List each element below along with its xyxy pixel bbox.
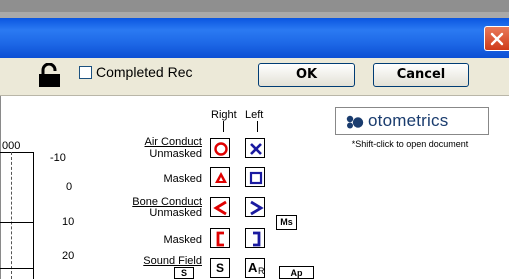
right-bracket-icon [253,231,261,247]
bone-unmasked-right-symbol[interactable] [210,197,230,217]
otometrics-logo-text: otometrics [368,111,449,130]
axis-gridline-20 [0,268,33,269]
sound-field-label: Sound Field [143,255,202,267]
y-tick-label: 20 [62,250,75,262]
left-column-tick [257,121,258,132]
axis-top-partial-label: 000 [2,140,21,152]
axis-gridline-top [0,152,33,153]
air-unmasked-label: Unmasked [149,148,202,160]
bone-masked-left-symbol[interactable] [245,228,265,248]
completed-rec-checkbox[interactable] [79,66,92,79]
bone-unmasked-label: Unmasked [149,207,202,219]
sound-field-r-text: R [258,266,265,276]
left-bracket-icon [216,231,224,247]
sound-field-aided-symbol[interactable]: A R [245,258,265,278]
greater-than-icon [250,200,264,216]
y-tick-label: 0 [66,181,73,193]
bone-masked-right-symbol[interactable] [210,228,230,248]
x-icon [250,143,262,155]
triangle-icon [215,172,227,183]
air-masked-label: Masked [163,173,202,185]
ok-button[interactable]: OK [258,63,355,87]
top-strip [0,0,509,18]
aided-partial-button[interactable]: Ap [279,266,314,279]
close-button[interactable] [484,26,509,51]
otometrics-document-button[interactable]: otometrics [335,107,489,135]
y-axis-line [33,152,34,279]
completed-rec-label: Completed Rec [96,64,193,80]
sound-field-s-symbol[interactable]: S [210,258,230,278]
lock-icon[interactable] [38,63,62,89]
air-masked-right-symbol[interactable] [210,167,230,187]
otometrics-logo-icon [346,115,364,129]
circle-icon [214,142,228,156]
window-titlebar [0,18,509,58]
sound-field-a-text: A [248,260,258,275]
less-than-icon [213,200,227,216]
left-ear-header: Left [245,109,264,121]
right-ear-header: Right [211,109,237,121]
sound-field-s-button[interactable]: S [174,267,194,279]
panel-left-border [0,96,1,279]
sound-field-s-text: S [216,261,225,275]
square-icon [249,171,263,185]
air-unmasked-left-symbol[interactable] [245,138,265,158]
close-icon [490,32,504,46]
y-tick-label: 10 [62,216,75,228]
right-column-tick [223,121,224,132]
cancel-button[interactable]: Cancel [373,63,469,87]
bone-masked-label: Masked [163,234,202,246]
y-tick-label: -10 [50,152,66,164]
otometrics-hint: *Shift-click to open document [351,139,469,149]
bone-unmasked-left-symbol[interactable] [245,197,265,217]
air-masked-left-symbol[interactable] [245,167,265,187]
axis-gridline-10 [0,222,33,223]
graph-dashed-gridline [11,152,12,279]
air-unmasked-right-symbol[interactable] [210,138,230,158]
air-conduct-label: Air Conduct [144,136,202,148]
ms-button[interactable]: Ms [276,215,297,230]
